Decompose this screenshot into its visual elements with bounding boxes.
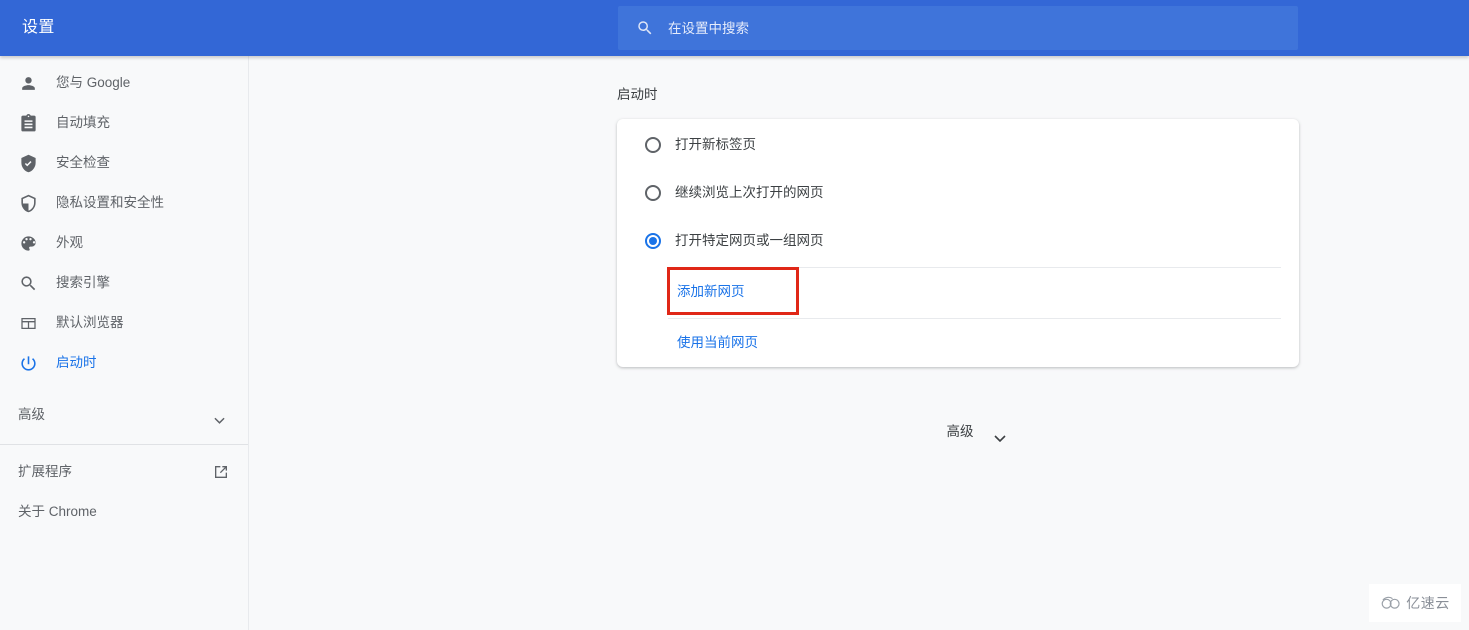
sidebar-item-label: 您与 Google bbox=[56, 75, 131, 90]
sidebar-divider bbox=[0, 444, 248, 445]
search-input[interactable]: 在设置中搜索 bbox=[618, 6, 1298, 50]
chevron-down-icon bbox=[214, 411, 225, 424]
sidebar-item-autofill[interactable]: 自动填充 bbox=[0, 103, 248, 143]
page-title: 设置 bbox=[22, 19, 55, 36]
browser-window-icon bbox=[18, 313, 38, 333]
app-header: 设置 在设置中搜索 bbox=[0, 0, 1469, 56]
radio-open-specific-pages[interactable]: 打开特定网页或一组网页 bbox=[617, 217, 1299, 265]
sidebar-item-label: 外观 bbox=[56, 235, 83, 250]
cloud-icon bbox=[1380, 595, 1402, 611]
sidebar-item-search-engine[interactable]: 搜索引擎 bbox=[0, 263, 248, 303]
advanced-expand-button[interactable]: 高级 bbox=[921, 416, 1031, 448]
radio-continue-where-left-off[interactable]: 继续浏览上次打开的网页 bbox=[617, 169, 1299, 217]
clipboard-icon bbox=[18, 113, 38, 133]
radio-label: 继续浏览上次打开的网页 bbox=[675, 185, 824, 200]
sidebar-item-label: 扩展程序 bbox=[18, 464, 72, 479]
sidebar-item-default-browser[interactable]: 默认浏览器 bbox=[0, 303, 248, 343]
sidebar-item-label: 搜索引擎 bbox=[56, 275, 110, 290]
sidebar-item-label: 自动填充 bbox=[56, 115, 110, 130]
add-new-page-button[interactable]: 添加新网页 bbox=[668, 268, 1281, 316]
sidebar-item-privacy-and-security[interactable]: 隐私设置和安全性 bbox=[0, 183, 248, 223]
sidebar-item-label: 隐私设置和安全性 bbox=[56, 195, 164, 210]
sidebar-item-safety-check[interactable]: 安全检查 bbox=[0, 143, 248, 183]
sidebar-advanced-toggle[interactable]: 高级 bbox=[0, 395, 248, 435]
power-icon bbox=[18, 353, 38, 373]
sidebar-item-label: 安全检查 bbox=[56, 155, 110, 170]
watermark: 亿速云 bbox=[1369, 584, 1461, 622]
section-title: 启动时 bbox=[617, 87, 658, 102]
radio-button-icon bbox=[645, 185, 661, 201]
chevron-down-icon bbox=[993, 429, 1006, 442]
radio-label: 打开特定网页或一组网页 bbox=[675, 233, 824, 248]
use-current-pages-button[interactable]: 使用当前网页 bbox=[668, 319, 1281, 367]
sidebar-item-you-and-google[interactable]: 您与 Google bbox=[0, 63, 248, 103]
add-new-page-label: 添加新网页 bbox=[677, 284, 745, 299]
main-content: 启动时 打开新标签页 继续浏览上次打开的网页 打开特定网页或一组网页 添加新网页… bbox=[249, 56, 1469, 630]
person-icon bbox=[18, 73, 38, 93]
radio-button-icon bbox=[645, 137, 661, 153]
sidebar-item-extensions[interactable]: 扩展程序 bbox=[0, 452, 248, 492]
external-link-icon bbox=[213, 464, 229, 480]
radio-open-new-tab-page[interactable]: 打开新标签页 bbox=[617, 121, 1299, 169]
sidebar-advanced-label: 高级 bbox=[18, 407, 45, 422]
watermark-text: 亿速云 bbox=[1406, 594, 1450, 611]
sidebar-item-label: 关于 Chrome bbox=[18, 504, 97, 519]
sidebar-item-about-chrome[interactable]: 关于 Chrome bbox=[0, 492, 248, 532]
radio-button-selected-icon bbox=[645, 233, 661, 249]
sidebar-item-on-startup[interactable]: 启动时 bbox=[0, 343, 248, 383]
sidebar-item-label: 默认浏览器 bbox=[56, 315, 124, 330]
shield-outline-icon bbox=[18, 193, 38, 213]
shield-check-filled-icon bbox=[18, 153, 38, 173]
search-icon bbox=[18, 273, 38, 293]
sidebar-item-appearance[interactable]: 外观 bbox=[0, 223, 248, 263]
search-placeholder: 在设置中搜索 bbox=[668, 21, 749, 36]
search-icon bbox=[636, 19, 654, 37]
use-current-pages-label: 使用当前网页 bbox=[677, 335, 758, 350]
sidebar-item-label: 启动时 bbox=[56, 355, 97, 370]
advanced-expand-label: 高级 bbox=[946, 424, 974, 439]
palette-icon bbox=[18, 233, 38, 253]
sidebar: 您与 Google 自动填充 安全检查 隐私设置和安全性 外观 搜索引擎 默认浏… bbox=[0, 56, 249, 630]
startup-settings-card: 打开新标签页 继续浏览上次打开的网页 打开特定网页或一组网页 添加新网页 使用当… bbox=[617, 119, 1299, 367]
radio-label: 打开新标签页 bbox=[675, 137, 756, 152]
